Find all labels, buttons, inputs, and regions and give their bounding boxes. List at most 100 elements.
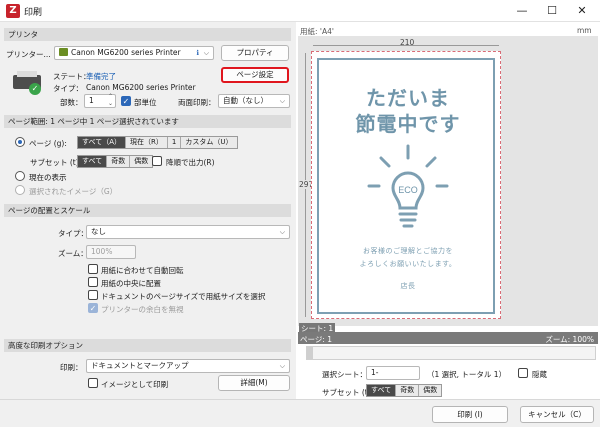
poster-message-line2: よろしくお願いいたします。 bbox=[359, 260, 457, 268]
window-title: 印刷 bbox=[24, 8, 43, 18]
slider-handle[interactable] bbox=[307, 347, 313, 359]
sheet-subset-odd[interactable]: 奇数 bbox=[396, 385, 420, 396]
poster-title-line2: 節電中です bbox=[355, 112, 461, 136]
stepper-icon[interactable]: ⌃ ⌄ bbox=[108, 93, 113, 107]
zoom-input[interactable]: 100% bbox=[86, 245, 136, 259]
page-slider[interactable] bbox=[306, 346, 596, 360]
hidden-checkbox[interactable] bbox=[518, 368, 528, 378]
scale-section-header: ページの配置とスケール bbox=[4, 204, 291, 217]
dialog-footer bbox=[0, 399, 600, 427]
chevron-down-icon: ⌵ bbox=[203, 49, 209, 57]
print-what-select[interactable]: ドキュメントとマークアップ ⌵ bbox=[86, 359, 290, 373]
printer-select-value: Canon MG6200 series Printer bbox=[71, 48, 181, 57]
subset-even-option[interactable]: 偶数 bbox=[130, 156, 152, 167]
type-value: Canon MG6200 series Printer bbox=[86, 83, 196, 92]
cancel-button[interactable]: キャンセル（C） bbox=[520, 406, 594, 423]
pages-radio[interactable] bbox=[15, 137, 25, 147]
scale-type-value: なし bbox=[91, 227, 106, 236]
choose-paper-label: ドキュメントのページサイズで用紙サイズを選択 bbox=[101, 292, 266, 301]
collate-checkbox[interactable]: ✓ bbox=[121, 96, 131, 106]
status-label: ステート： bbox=[53, 72, 91, 81]
page-current-option[interactable]: 現在（R） bbox=[126, 137, 168, 148]
chevron-down-icon: ⌵ bbox=[279, 228, 285, 236]
selection-info: （1 選択, トータル 1） bbox=[427, 370, 507, 379]
details-button[interactable]: 詳細(M) bbox=[218, 375, 290, 391]
check-icon: ✓ bbox=[29, 83, 41, 95]
subset-odd-option[interactable]: 奇数 bbox=[107, 156, 131, 167]
choose-paper-checkbox[interactable] bbox=[88, 290, 98, 300]
page-range-selector[interactable]: すべて（A） 現在（R） 1 カスタム（U） bbox=[77, 136, 238, 149]
zoom-label: ズーム： bbox=[58, 249, 88, 258]
ignore-margins-checkbox[interactable]: ✓ bbox=[88, 303, 98, 313]
type-label: タイプ： bbox=[53, 84, 83, 93]
copies-input[interactable]: 1 ⌃ ⌄ bbox=[84, 93, 116, 108]
printer-section-header: プリンタ bbox=[4, 28, 291, 41]
maximize-button[interactable]: ☐ bbox=[538, 2, 566, 20]
center-checkbox[interactable] bbox=[88, 277, 98, 287]
duplex-select[interactable]: 自動（なし） ⌵ bbox=[218, 94, 290, 108]
printer-label: プリンター... bbox=[6, 50, 51, 59]
duplex-label: 両面印刷： bbox=[178, 98, 216, 107]
current-view-label: 現在の表示 bbox=[29, 173, 67, 182]
advanced-section-header: 高度な印刷オプション bbox=[4, 339, 291, 352]
printer-select[interactable]: Canon MG6200 series Printer ℹ ⌵ bbox=[54, 46, 214, 60]
collate-label: 部単位 bbox=[134, 98, 157, 107]
subset-selector[interactable]: すべて 奇数 偶数 bbox=[77, 155, 154, 168]
poster-title-line1: ただいま bbox=[366, 86, 450, 110]
preview-status-bar: ページ: 1 ズーム: 100% bbox=[298, 332, 598, 344]
reverse-checkbox[interactable] bbox=[152, 156, 162, 166]
sheet-subset-even[interactable]: 偶数 bbox=[419, 385, 441, 396]
page-all-option[interactable]: すべて（A） bbox=[78, 137, 127, 148]
printer-icon: ✓ bbox=[13, 69, 43, 95]
poster-message-line1: お客様のご理解とご協力を bbox=[363, 247, 453, 255]
scale-type-select[interactable]: なし ⌵ bbox=[86, 225, 290, 239]
center-label: 用紙の中央に配置 bbox=[101, 279, 161, 288]
print-what-value: ドキュメントとマークアップ bbox=[91, 361, 189, 370]
print-what-label: 印刷： bbox=[60, 363, 83, 372]
sheet-subset-all[interactable]: すべて bbox=[367, 385, 397, 396]
properties-button[interactable]: プロパティ bbox=[221, 45, 289, 61]
subset-label: サブセット (t): bbox=[30, 158, 82, 167]
chevron-down-icon: ⌵ bbox=[279, 362, 285, 370]
selected-image-label: 選択されたイメージ（G） bbox=[29, 187, 118, 196]
preview-zoom: ズーム: 100% bbox=[545, 335, 594, 344]
status-value: 準備完了 bbox=[86, 72, 116, 81]
hidden-label: 隠蔵 bbox=[532, 370, 547, 379]
printer-small-icon bbox=[59, 48, 68, 56]
pages-label: ページ (g): bbox=[29, 139, 67, 148]
chevron-down-icon: ⌵ bbox=[279, 97, 285, 105]
width-label: 210 bbox=[400, 38, 415, 47]
select-sheet-input[interactable]: 1- bbox=[366, 366, 420, 380]
lightbulb-icon: ECO bbox=[367, 144, 449, 228]
reverse-label: 降順で出力(R) bbox=[166, 158, 215, 167]
page-setup-button[interactable]: ページ設定 bbox=[221, 67, 289, 83]
auto-rotate-label: 用紙に合わせて自動回転 bbox=[101, 266, 184, 275]
print-as-image-checkbox[interactable] bbox=[88, 378, 98, 388]
close-button[interactable]: ✕ bbox=[568, 2, 596, 20]
copies-value: 1 bbox=[89, 96, 94, 105]
page-number-option[interactable]: 1 bbox=[168, 137, 182, 148]
selected-image-radio[interactable] bbox=[15, 185, 25, 195]
info-icon[interactable]: ℹ bbox=[196, 47, 199, 59]
print-as-image-label: イメージとして印刷 bbox=[101, 380, 169, 389]
print-button[interactable]: 印刷 (I) bbox=[432, 406, 508, 423]
copies-label: 部数： bbox=[60, 98, 83, 107]
auto-rotate-checkbox[interactable] bbox=[88, 264, 98, 274]
app-logo-icon: Z bbox=[6, 4, 20, 18]
current-view-radio[interactable] bbox=[15, 171, 25, 181]
page-custom-option[interactable]: カスタム（U） bbox=[181, 137, 236, 148]
sheet-subset-selector[interactable]: すべて 奇数 偶数 bbox=[366, 384, 443, 397]
poster-signature: 店長 bbox=[400, 282, 416, 290]
eco-label: ECO bbox=[398, 185, 418, 195]
subset-all-option[interactable]: すべて bbox=[78, 156, 108, 167]
scale-type-label: タイプ： bbox=[58, 229, 88, 238]
poster: ただいま 節電中です ECO お客様のご理解とご協力を よろしくお願いいたします… bbox=[317, 58, 495, 314]
unit-label: mm bbox=[577, 26, 592, 35]
duplex-value: 自動（なし） bbox=[223, 96, 268, 105]
page-count: ページ: 1 bbox=[300, 335, 333, 344]
select-sheet-label: 選択シート： bbox=[322, 370, 367, 379]
ignore-margins-label: プリンターの余白を無視 bbox=[101, 305, 184, 314]
minimize-button[interactable]: — bbox=[508, 2, 536, 20]
title-bar: Z 印刷 — ☐ ✕ bbox=[0, 0, 600, 22]
page-range-header: ページ範囲: 1 ページ中 1 ページ選択されています bbox=[4, 115, 291, 128]
